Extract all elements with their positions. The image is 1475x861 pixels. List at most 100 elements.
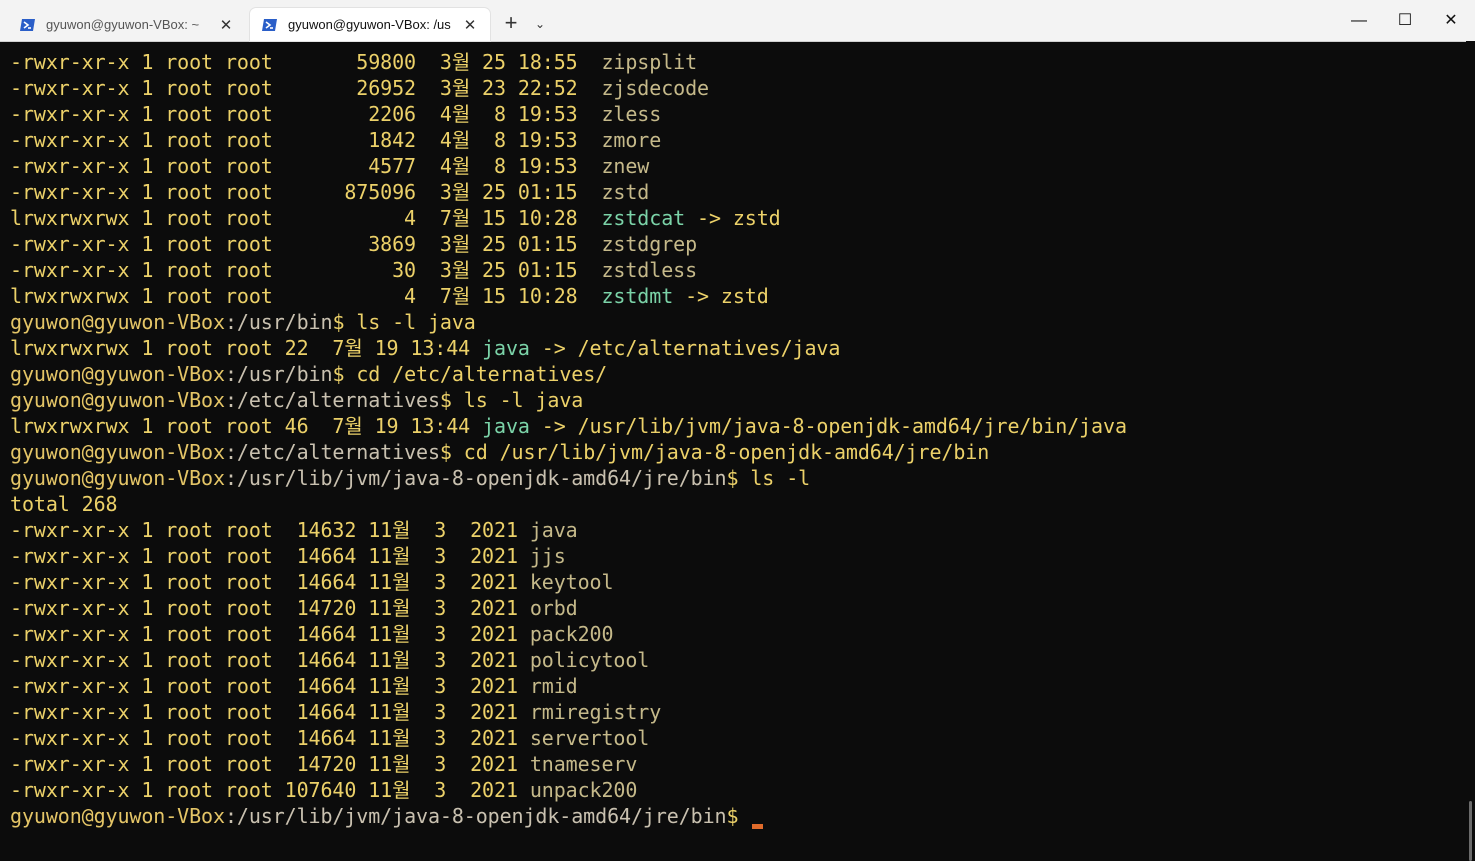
- terminal-line: -rwxr-xr-x 1 root root 14664 11월 3 2021 …: [10, 543, 1463, 569]
- prompt-user: gyuwon@gyuwon-VBox: [10, 388, 225, 412]
- symlink-target: -> /etc/alternatives/java: [529, 336, 841, 360]
- file-info: lrwxrwxrwx 1 root root 22 7월 19 13:44: [10, 336, 483, 360]
- prompt-command: $ ls -l java: [332, 310, 476, 334]
- terminal-line: -rwxr-xr-x 1 root root 3869 3월 25 01:15 …: [10, 231, 1463, 257]
- file-info: -rwxr-xr-x 1 root root 14720 11월 3 2021: [10, 596, 530, 620]
- terminal-line: -rwxr-xr-x 1 root root 107640 11월 3 2021…: [10, 777, 1463, 803]
- terminal-line: -rwxr-xr-x 1 root root 26952 3월 23 22:52…: [10, 75, 1463, 101]
- terminal-line: -rwxr-xr-x 1 root root 59800 3월 25 18:55…: [10, 49, 1463, 75]
- file-info: -rwxr-xr-x 1 root root 2206 4월 8 19:53: [10, 102, 602, 126]
- tab-home[interactable]: gyuwon@gyuwon-VBox: ~ ✕: [8, 8, 246, 41]
- tab-usr[interactable]: gyuwon@gyuwon-VBox: /us ✕: [250, 8, 490, 41]
- file-info: -rwxr-xr-x 1 root root 3869 3월 25 01:15: [10, 232, 602, 256]
- prompt-user: gyuwon@gyuwon-VBox: [10, 310, 225, 334]
- file-info: lrwxrwxrwx 1 root root 46 7월 19 13:44: [10, 414, 483, 438]
- tab-label: gyuwon@gyuwon-VBox: ~: [46, 17, 200, 32]
- file-info: -rwxr-xr-x 1 root root 59800 3월 25 18:55: [10, 50, 602, 74]
- file-name: tnameserv: [529, 752, 638, 776]
- file-name: zmore: [601, 128, 662, 152]
- file-info: -rwxr-xr-x 1 root root 4577 4월 8 19:53: [10, 154, 602, 178]
- file-name: zjsdecode: [601, 76, 709, 100]
- terminal-line: -rwxr-xr-x 1 root root 1842 4월 8 19:53 z…: [10, 127, 1463, 153]
- close-icon[interactable]: ✕: [214, 16, 238, 34]
- prompt-command: $ ls -l: [726, 466, 811, 490]
- symlink-name: java: [482, 336, 530, 360]
- file-name: jjs: [529, 544, 566, 568]
- file-name: zipsplit: [601, 50, 698, 74]
- maximize-button[interactable]: ☐: [1382, 6, 1428, 36]
- prompt-path: :/usr/bin: [224, 362, 333, 386]
- close-icon[interactable]: ✕: [458, 16, 482, 34]
- file-name: zless: [601, 102, 662, 126]
- powershell-icon: [262, 18, 277, 31]
- file-info: -rwxr-xr-x 1 root root 14664 11월 3 2021: [10, 648, 530, 672]
- symlink-name: java: [482, 414, 530, 438]
- file-name: zstdless: [601, 258, 698, 282]
- symlink-name: zstdmt: [601, 284, 674, 308]
- prompt-command: $ cd /usr/lib/jvm/java-8-openjdk-amd64/j…: [439, 440, 990, 464]
- terminal-line: gyuwon@gyuwon-VBox:/etc/alternatives$ cd…: [10, 439, 1463, 465]
- terminal-line: -rwxr-xr-x 1 root root 14664 11월 3 2021 …: [10, 699, 1463, 725]
- scrollbar[interactable]: [1466, 41, 1475, 861]
- file-info: -rwxr-xr-x 1 root root 14664 11월 3 2021: [10, 570, 530, 594]
- close-window-button[interactable]: ✕: [1428, 6, 1474, 36]
- file-info: -rwxr-xr-x 1 root root 14664 11월 3 2021: [10, 700, 530, 724]
- prompt-user: gyuwon@gyuwon-VBox: [10, 804, 225, 828]
- tab-label: gyuwon@gyuwon-VBox: /us: [288, 17, 451, 32]
- terminal-line: gyuwon@gyuwon-VBox:/usr/lib/jvm/java-8-o…: [10, 465, 1463, 491]
- file-info: -rwxr-xr-x 1 root root 14664 11월 3 2021: [10, 674, 530, 698]
- symlink-target: -> zstd: [685, 206, 781, 230]
- cursor: [752, 824, 764, 829]
- file-name: servertool: [529, 726, 650, 750]
- file-name: zstd: [601, 180, 650, 204]
- terminal-line: -rwxr-xr-x 1 root root 875096 3월 25 01:1…: [10, 179, 1463, 205]
- file-info: -rwxr-xr-x 1 root root 14664 11월 3 2021: [10, 622, 530, 646]
- file-name: orbd: [529, 596, 578, 620]
- terminal-line: -rwxr-xr-x 1 root root 14632 11월 3 2021 …: [10, 517, 1463, 543]
- symlink-name: zstdcat: [601, 206, 686, 230]
- prompt-command: $ cd /etc/alternatives/: [332, 362, 608, 386]
- terminal-line: gyuwon@gyuwon-VBox:/usr/bin$ cd /etc/alt…: [10, 361, 1463, 387]
- file-name: java: [529, 518, 578, 542]
- terminal-line: -rwxr-xr-x 1 root root 14664 11월 3 2021 …: [10, 673, 1463, 699]
- terminal-line: -rwxr-xr-x 1 root root 14664 11월 3 2021 …: [10, 647, 1463, 673]
- new-tab-button[interactable]: +: [498, 12, 524, 36]
- terminal-line: lrwxrwxrwx 1 root root 4 7월 15 10:28 zst…: [10, 283, 1463, 309]
- file-name: znew: [601, 154, 650, 178]
- file-info: lrwxrwxrwx 1 root root 4 7월 15 10:28: [10, 206, 602, 230]
- terminal-line: -rwxr-xr-x 1 root root 14720 11월 3 2021 …: [10, 751, 1463, 777]
- terminal-line: -rwxr-xr-x 1 root root 4577 4월 8 19:53 z…: [10, 153, 1463, 179]
- file-info: -rwxr-xr-x 1 root root 26952 3월 23 22:52: [10, 76, 602, 100]
- file-info: -rwxr-xr-x 1 root root 14720 11월 3 2021: [10, 752, 530, 776]
- terminal-line: -rwxr-xr-x 1 root root 14720 11월 3 2021 …: [10, 595, 1463, 621]
- file-info: -rwxr-xr-x 1 root root 14664 11월 3 2021: [10, 726, 530, 750]
- minimize-button[interactable]: —: [1336, 6, 1382, 36]
- file-info: lrwxrwxrwx 1 root root 4 7월 15 10:28: [10, 284, 602, 308]
- file-info: -rwxr-xr-x 1 root root 107640 11월 3 2021: [10, 778, 530, 802]
- powershell-icon: [20, 18, 35, 31]
- title-bar: gyuwon@gyuwon-VBox: ~ ✕ gyuwon@gyuwon-VB…: [0, 0, 1475, 42]
- terminal-line: -rwxr-xr-x 1 root root 30 3월 25 01:15 zs…: [10, 257, 1463, 283]
- prompt-command: $: [726, 804, 751, 828]
- chevron-down-icon[interactable]: ⌄: [530, 14, 550, 34]
- terminal-line: lrwxrwxrwx 1 root root 46 7월 19 13:44 ja…: [10, 413, 1463, 439]
- prompt-command: $ ls -l java: [439, 388, 584, 412]
- terminal-line: -rwxr-xr-x 1 root root 14664 11월 3 2021 …: [10, 621, 1463, 647]
- file-info: -rwxr-xr-x 1 root root 14632 11월 3 2021: [10, 518, 530, 542]
- file-info: -rwxr-xr-x 1 root root 1842 4월 8 19:53: [10, 128, 602, 152]
- prompt-path: :/usr/lib/jvm/java-8-openjdk-amd64/jre/b…: [224, 466, 727, 490]
- file-name: rmiregistry: [529, 700, 662, 724]
- file-info: -rwxr-xr-x 1 root root 30 3월 25 01:15: [10, 258, 602, 282]
- scrollbar-thumb[interactable]: [1469, 801, 1472, 861]
- prompt-user: gyuwon@gyuwon-VBox: [10, 466, 225, 490]
- terminal-line: gyuwon@gyuwon-VBox:/etc/alternatives$ ls…: [10, 387, 1463, 413]
- output-text: total 268: [10, 492, 118, 516]
- terminal-output[interactable]: -rwxr-xr-x 1 root root 59800 3월 25 18:55…: [0, 49, 1463, 838]
- file-name: zstdgrep: [601, 232, 698, 256]
- terminal-line: total 268: [10, 491, 1463, 517]
- prompt-path: :/usr/bin: [224, 310, 333, 334]
- file-name: unpack200: [529, 778, 638, 802]
- terminal-line: -rwxr-xr-x 1 root root 2206 4월 8 19:53 z…: [10, 101, 1463, 127]
- file-name: rmid: [529, 674, 578, 698]
- terminal-line: gyuwon@gyuwon-VBox:/usr/lib/jvm/java-8-o…: [10, 803, 1463, 829]
